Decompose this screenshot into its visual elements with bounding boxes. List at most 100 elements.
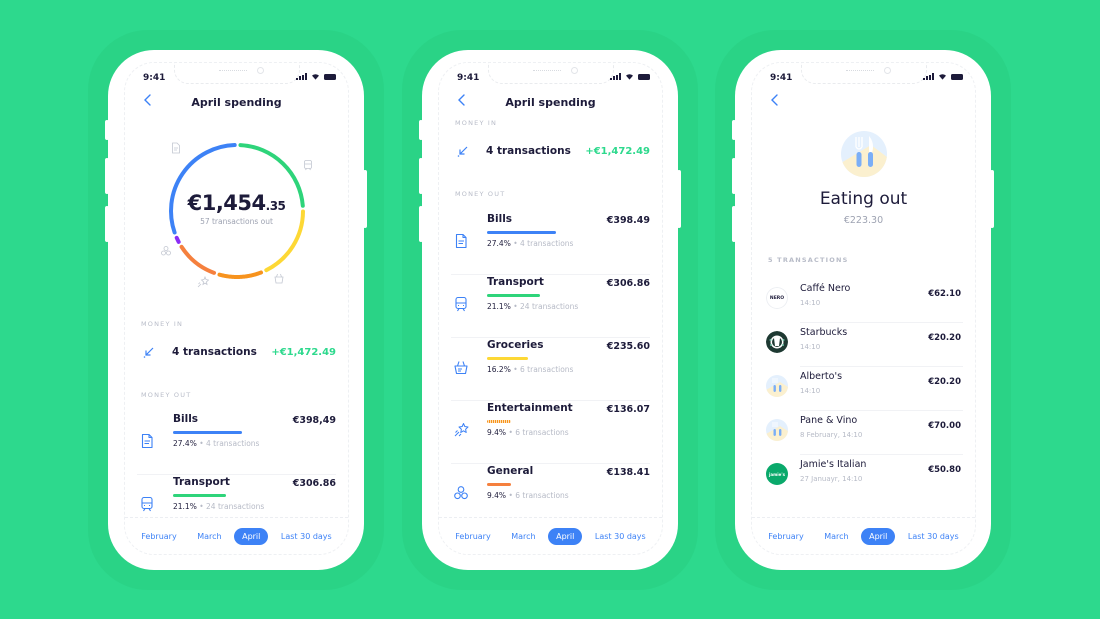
money-out-label: MONEY OUT [141,391,192,399]
transaction-row[interactable]: jamie's Jamie's Italian 27 Januayr, 14:10 €… [752,455,975,499]
category-share-bar [487,357,528,360]
category-transactions: 24 transactions [520,302,579,311]
tab-last-30-days[interactable]: Last 30 days [273,528,340,545]
transactions-count-label: 5 TRANSACTIONS [768,256,849,264]
money-in-amount: +€1,472.49 [585,146,650,157]
category-row-bills[interactable]: Bills €398.49 27.4% • 4 transactions [439,213,662,275]
transaction-time: 14:10 [800,299,821,307]
category-transactions: 24 transactions [206,502,265,511]
basket-icon [454,361,468,375]
money-in-amount: +€1,472.49 [271,347,336,358]
category-share-bar [487,231,556,234]
tab-last-30-days[interactable]: Last 30 days [587,528,654,545]
money-in-count[interactable]: 4 transactions [172,346,257,358]
mute-switch [105,120,109,140]
status-time: 9:41 [143,73,166,83]
phone-eating-out: 9:41 Eating out €223.30 5 TRANSACTIONS N… [732,50,994,570]
transaction-row[interactable]: Starbucks 14:10 €20.20 [752,323,975,367]
category-meta: 27.4% • 4 transactions [173,439,259,448]
transaction-row[interactable]: NERO Caffé Nero 14:10 €62.10 [752,279,975,323]
category-row-groceries[interactable]: Groceries €235.60 16.2% • 6 transactions [439,339,662,401]
money-in-label: MONEY IN [455,119,498,127]
tab-march[interactable]: March [189,528,229,545]
donut-slice-other [174,235,181,244]
train-icon [141,496,153,512]
circles-icon [161,246,171,256]
transaction-row[interactable]: Alberto's 14:10 €20.20 [752,367,975,411]
wifi-icon [939,74,946,80]
circles-icon [454,486,468,500]
transaction-amount: €20.20 [928,377,961,387]
shooting-star-icon [197,276,209,288]
category-row-bills[interactable]: Bills €398,49 27.4% • 4 transactions [125,413,348,475]
category-percent: 21.1% [173,502,197,511]
transaction-row[interactable]: Pane & Vino 8 February, 14:10 €70.00 [752,411,975,455]
status-icons [923,73,963,80]
volume-up-button [105,158,109,194]
battery-icon [638,74,650,80]
category-row-transport[interactable]: Transport €306.86 21.1% • 24 transactions [439,276,662,338]
transaction-amount: €20.20 [928,333,961,343]
category-transactions: 4 transactions [520,239,574,248]
category-amount: €306.86 [292,478,336,489]
category-row-entertainment[interactable]: Entertainment €136.07 9.4% • 6 transaction… [439,402,662,464]
battery-icon [324,74,336,80]
phone-spending-overview: 9:41 April spending €1,454.35 57 transac… [105,50,367,570]
category-share-bar [173,494,226,497]
volume-up-button [732,158,736,194]
separator-dot: • [510,239,521,248]
tab-february[interactable]: February [447,528,498,545]
spending-donut-chart: €1,454.35 57 transactions out [125,128,348,298]
jamies-logo: jamie's [766,463,788,485]
screen: 9:41 April spending €1,454.35 57 transac… [124,62,349,555]
money-out-label: MONEY OUT [455,190,506,198]
category-percent: 27.4% [487,239,511,248]
tab-march[interactable]: March [503,528,543,545]
tab-last-30-days[interactable]: Last 30 days [900,528,967,545]
category-name: Bills [173,413,199,425]
category-amount: €398,49 [292,415,336,426]
category-percent: 9.4% [487,491,507,500]
divider [451,337,650,338]
mute-switch [419,120,423,140]
tab-april[interactable]: April [234,527,269,545]
document-icon [172,142,180,154]
arrow-in-icon [457,146,468,157]
wifi-icon [626,74,633,80]
category-amount: €235.60 [606,341,650,352]
notch [487,63,614,84]
status-icons [610,73,650,80]
category-transactions: 6 transactions [515,491,569,500]
tab-february[interactable]: February [760,528,811,545]
category-name: Bills [487,213,513,225]
status-time: 9:41 [457,73,480,83]
category-percent: 21.1% [487,302,511,311]
transaction-amount: €70.00 [928,421,961,431]
transaction-time: 14:10 [800,343,821,351]
phone-spending-list: 9:41 April spending MONEY IN 4 transacti… [419,50,681,570]
merchant-name: Caffé Nero [800,283,851,294]
back-chevron-icon[interactable] [768,93,782,107]
battery-icon [951,74,963,80]
screen: 9:41 April spending MONEY IN 4 transacti… [438,62,663,555]
category-transactions: 6 transactions [515,428,569,437]
separator-dot: • [196,502,207,511]
tab-april[interactable]: April [548,527,583,545]
volume-down-button [419,206,423,242]
status-time: 9:41 [770,73,793,83]
tab-february[interactable]: February [133,528,184,545]
category-title: Eating out [819,189,908,209]
train-icon [304,160,312,171]
category-meta: 9.4% • 6 transactions [487,491,569,500]
category-name: Transport [487,276,544,288]
divider [451,274,650,275]
category-amount: €398.49 [606,215,650,226]
category-name: Groceries [487,339,544,351]
merchant-name: Starbucks [800,327,848,338]
donut-center: €1,454.35 57 transactions out [125,191,348,226]
category-name: Entertainment [487,402,573,414]
tab-april[interactable]: April [861,527,896,545]
money-in-count[interactable]: 4 transactions [486,145,571,157]
tab-march[interactable]: March [816,528,856,545]
power-button [990,170,994,228]
